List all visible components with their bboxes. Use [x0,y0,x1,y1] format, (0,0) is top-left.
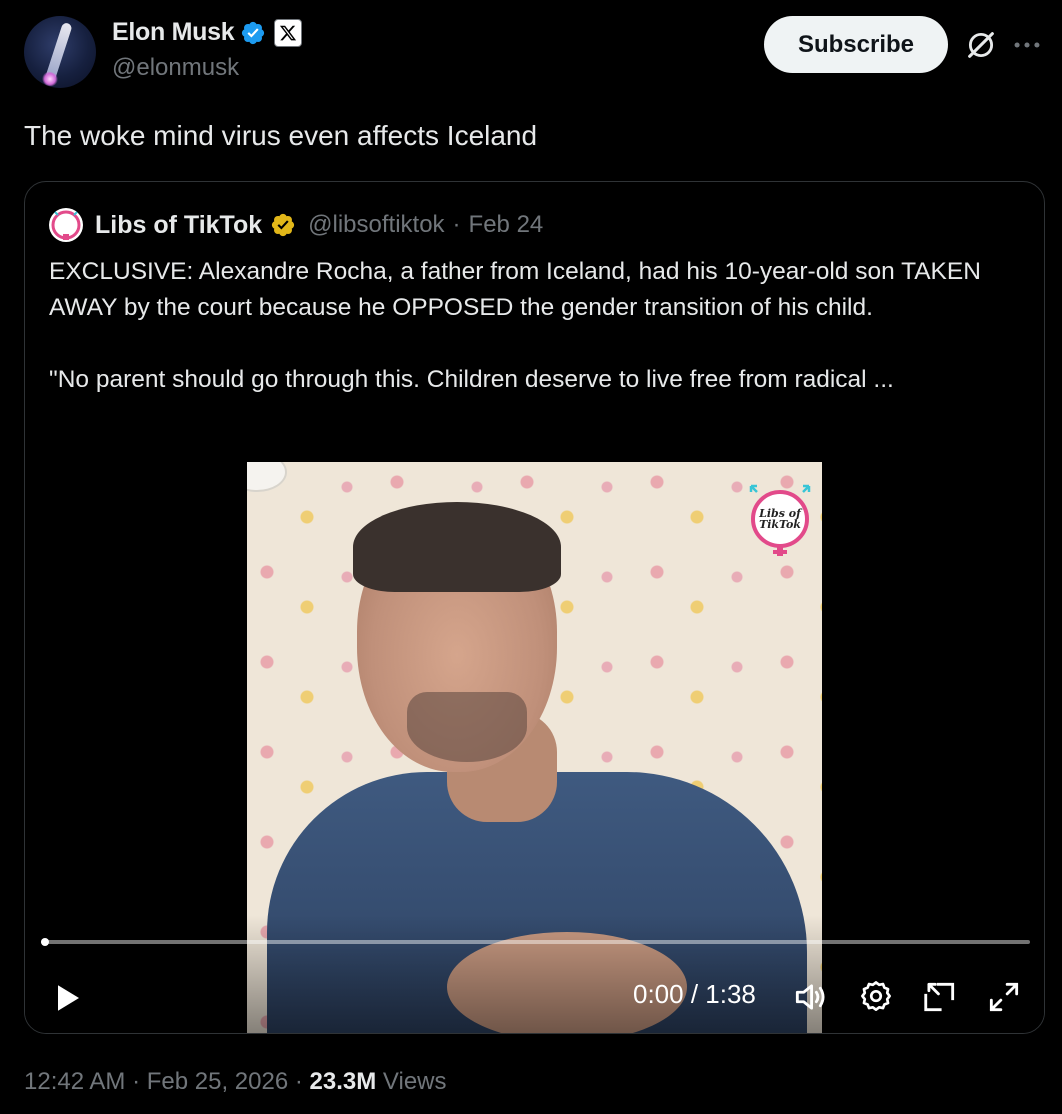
video-progress-knob[interactable] [41,938,49,946]
picture-in-picture-icon[interactable] [921,978,959,1016]
verified-badge-icon[interactable] [240,20,266,46]
meta-separator: · [132,1068,141,1095]
person-hair-graphic [353,502,561,592]
subscribe-button[interactable]: Subscribe [764,16,948,73]
tweet-time[interactable]: 12:42 AM [24,1068,125,1095]
views-label: Views [382,1068,447,1095]
video-progress-bar[interactable] [41,938,1030,946]
x-affiliate-badge[interactable] [274,18,303,47]
author-name-row: Elon Musk [112,18,303,47]
quoted-separator: · [452,211,461,238]
tweet-header: Elon Musk @elonmusk Subscribe [24,14,1044,90]
video-frame[interactable]: Libs of TikTok [247,462,822,1033]
quoted-paragraph-1: EXCLUSIVE: Alexandre Rocha, a father fro… [49,258,981,321]
watermark-badge: Libs of TikTok [751,490,809,548]
libs-of-tiktok-logo-icon [51,210,81,240]
video-player[interactable]: Libs of TikTok 0:00 / 1:38 [25,462,1044,1033]
gold-verified-badge-icon[interactable] [270,212,296,238]
fullscreen-icon[interactable] [985,978,1023,1016]
quoted-avatar[interactable] [49,208,83,242]
video-watermark: Libs of TikTok [749,482,811,556]
tweet-date[interactable]: Feb 25, 2026 [147,1068,288,1095]
quoted-author-name[interactable]: Libs of TikTok [95,211,262,240]
video-timecode: 0:00 / 1:38 [633,979,756,1009]
settings-gear-icon[interactable] [857,978,895,1016]
quoted-author-handle[interactable]: @libsoftiktok [308,211,444,239]
tweet-meta: 12:42 AM · Feb 25, 2026 · 23.3M Views [24,1068,447,1096]
play-icon[interactable] [49,980,85,1016]
quoted-tweet[interactable]: Libs of TikTok @libsoftiktok · Feb 24 EX… [24,181,1045,1034]
quoted-header: Libs of TikTok @libsoftiktok · Feb 24 [49,208,543,242]
views-count[interactable]: 23.3M [310,1068,377,1095]
quoted-body: EXCLUSIVE: Alexandre Rocha, a father fro… [49,254,1024,398]
meta-separator: · [294,1068,303,1095]
person-beard-graphic [407,692,527,762]
author-handle[interactable]: @elonmusk [112,54,239,82]
x-logo-icon [280,25,297,40]
author-name[interactable]: Elon Musk [112,18,235,47]
video-shade [247,915,822,1033]
quoted-date[interactable]: Feb 24 [469,211,544,239]
tweet-text: The woke mind virus even affects Iceland [24,120,538,151]
grok-icon[interactable] [964,28,998,62]
more-icon[interactable] [1010,28,1044,62]
author-avatar[interactable] [24,16,96,88]
volume-icon[interactable] [791,978,829,1016]
watermark-line-2: TikTok [759,518,801,531]
quoted-paragraph-2: "No parent should go through this. Child… [49,366,894,393]
